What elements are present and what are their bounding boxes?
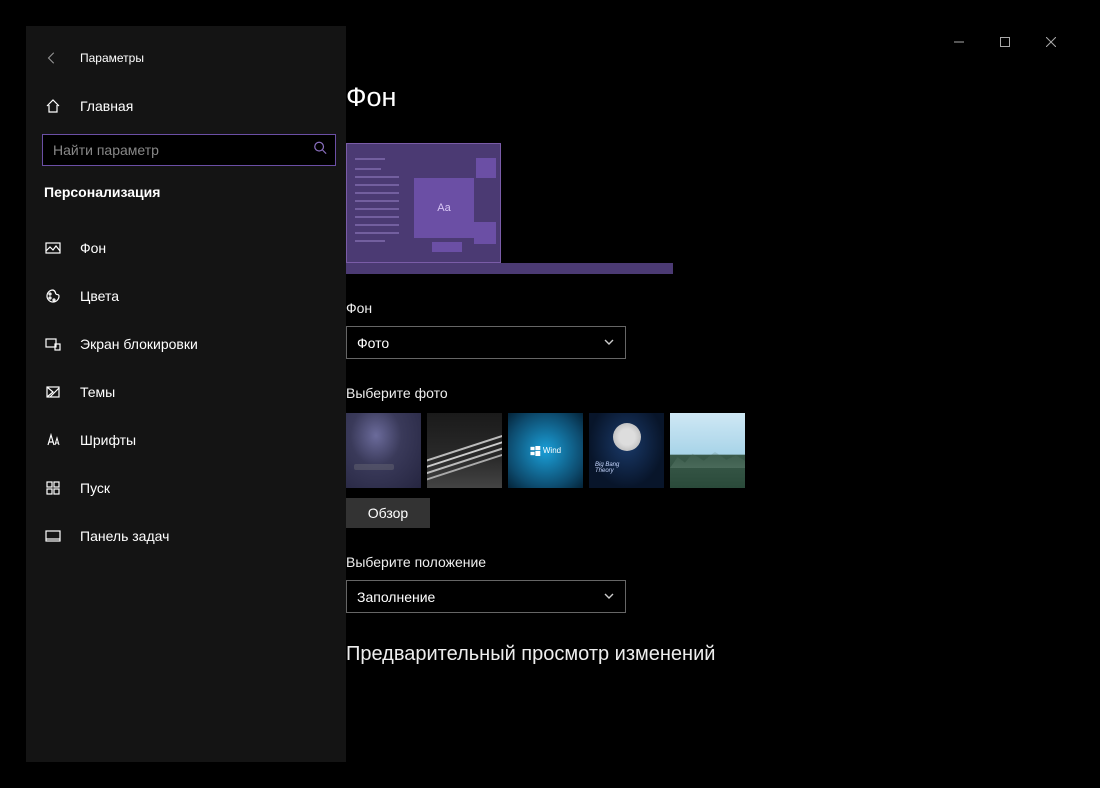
background-preview: Aa: [346, 143, 673, 274]
background-type-label: Фон: [346, 300, 1046, 316]
search-input[interactable]: [43, 135, 335, 165]
lockscreen-icon: [44, 335, 62, 353]
background-type-select[interactable]: Фото: [346, 326, 626, 359]
sidebar-item-start[interactable]: Пуск: [26, 464, 346, 512]
fonts-icon: [44, 431, 62, 449]
choose-photo-label: Выберите фото: [346, 385, 1046, 401]
photo-thumbnail[interactable]: [427, 413, 502, 488]
sidebar-item-label: Пуск: [80, 480, 110, 496]
chevron-down-icon: [603, 335, 615, 351]
sidebar-item-label: Фон: [80, 240, 106, 256]
sidebar-item-fonts[interactable]: Шрифты: [26, 416, 346, 464]
select-value: Фото: [357, 335, 389, 351]
taskbar-icon: [44, 527, 62, 545]
photo-thumbnails: Wind Big BangTheory: [346, 413, 1046, 488]
sidebar-item-background[interactable]: Фон: [26, 224, 346, 272]
position-label: Выберите положение: [346, 554, 1046, 570]
photo-thumbnail[interactable]: Wind: [508, 413, 583, 488]
sidebar-item-label: Экран блокировки: [80, 336, 198, 352]
page-title: Фон: [346, 82, 1046, 113]
sidebar-item-home[interactable]: Главная: [26, 86, 346, 126]
select-value: Заполнение: [357, 589, 435, 605]
search-icon: [313, 141, 327, 160]
sidebar-item-label: Шрифты: [80, 432, 136, 448]
sidebar-item-label: Панель задач: [80, 528, 169, 544]
palette-icon: [44, 287, 62, 305]
photo-thumbnail[interactable]: Big BangTheory: [589, 413, 664, 488]
themes-icon: [44, 383, 62, 401]
close-button[interactable]: [1028, 26, 1074, 58]
main-content: Фон Aa: [346, 26, 1074, 762]
sidebar-item-colors[interactable]: Цвета: [26, 272, 346, 320]
chevron-down-icon: [603, 589, 615, 605]
start-icon: [44, 479, 62, 497]
sidebar-item-taskbar[interactable]: Панель задач: [26, 512, 346, 560]
sidebar-item-label: Главная: [80, 98, 133, 114]
preview-changes-heading: Предварительный просмотр изменений: [346, 643, 1046, 666]
sidebar-item-lockscreen[interactable]: Экран блокировки: [26, 320, 346, 368]
back-button[interactable]: [44, 50, 60, 66]
photo-thumbnail[interactable]: [670, 413, 745, 488]
home-icon: [44, 97, 62, 115]
position-select[interactable]: Заполнение: [346, 580, 626, 613]
browse-button[interactable]: Обзор: [346, 498, 430, 528]
sidebar: Параметры Главная Персонализация Фон: [26, 26, 346, 762]
maximize-button[interactable]: [982, 26, 1028, 58]
sidebar-item-themes[interactable]: Темы: [26, 368, 346, 416]
sidebar-item-label: Цвета: [80, 288, 119, 304]
image-icon: [44, 239, 62, 257]
minimize-button[interactable]: [936, 26, 982, 58]
photo-thumbnail[interactable]: [346, 413, 421, 488]
preview-sample-text: Aa: [414, 178, 474, 238]
sidebar-item-label: Темы: [80, 384, 115, 400]
sidebar-section-title: Персонализация: [26, 166, 346, 200]
search-box[interactable]: [42, 134, 336, 166]
app-title: Параметры: [80, 51, 144, 65]
